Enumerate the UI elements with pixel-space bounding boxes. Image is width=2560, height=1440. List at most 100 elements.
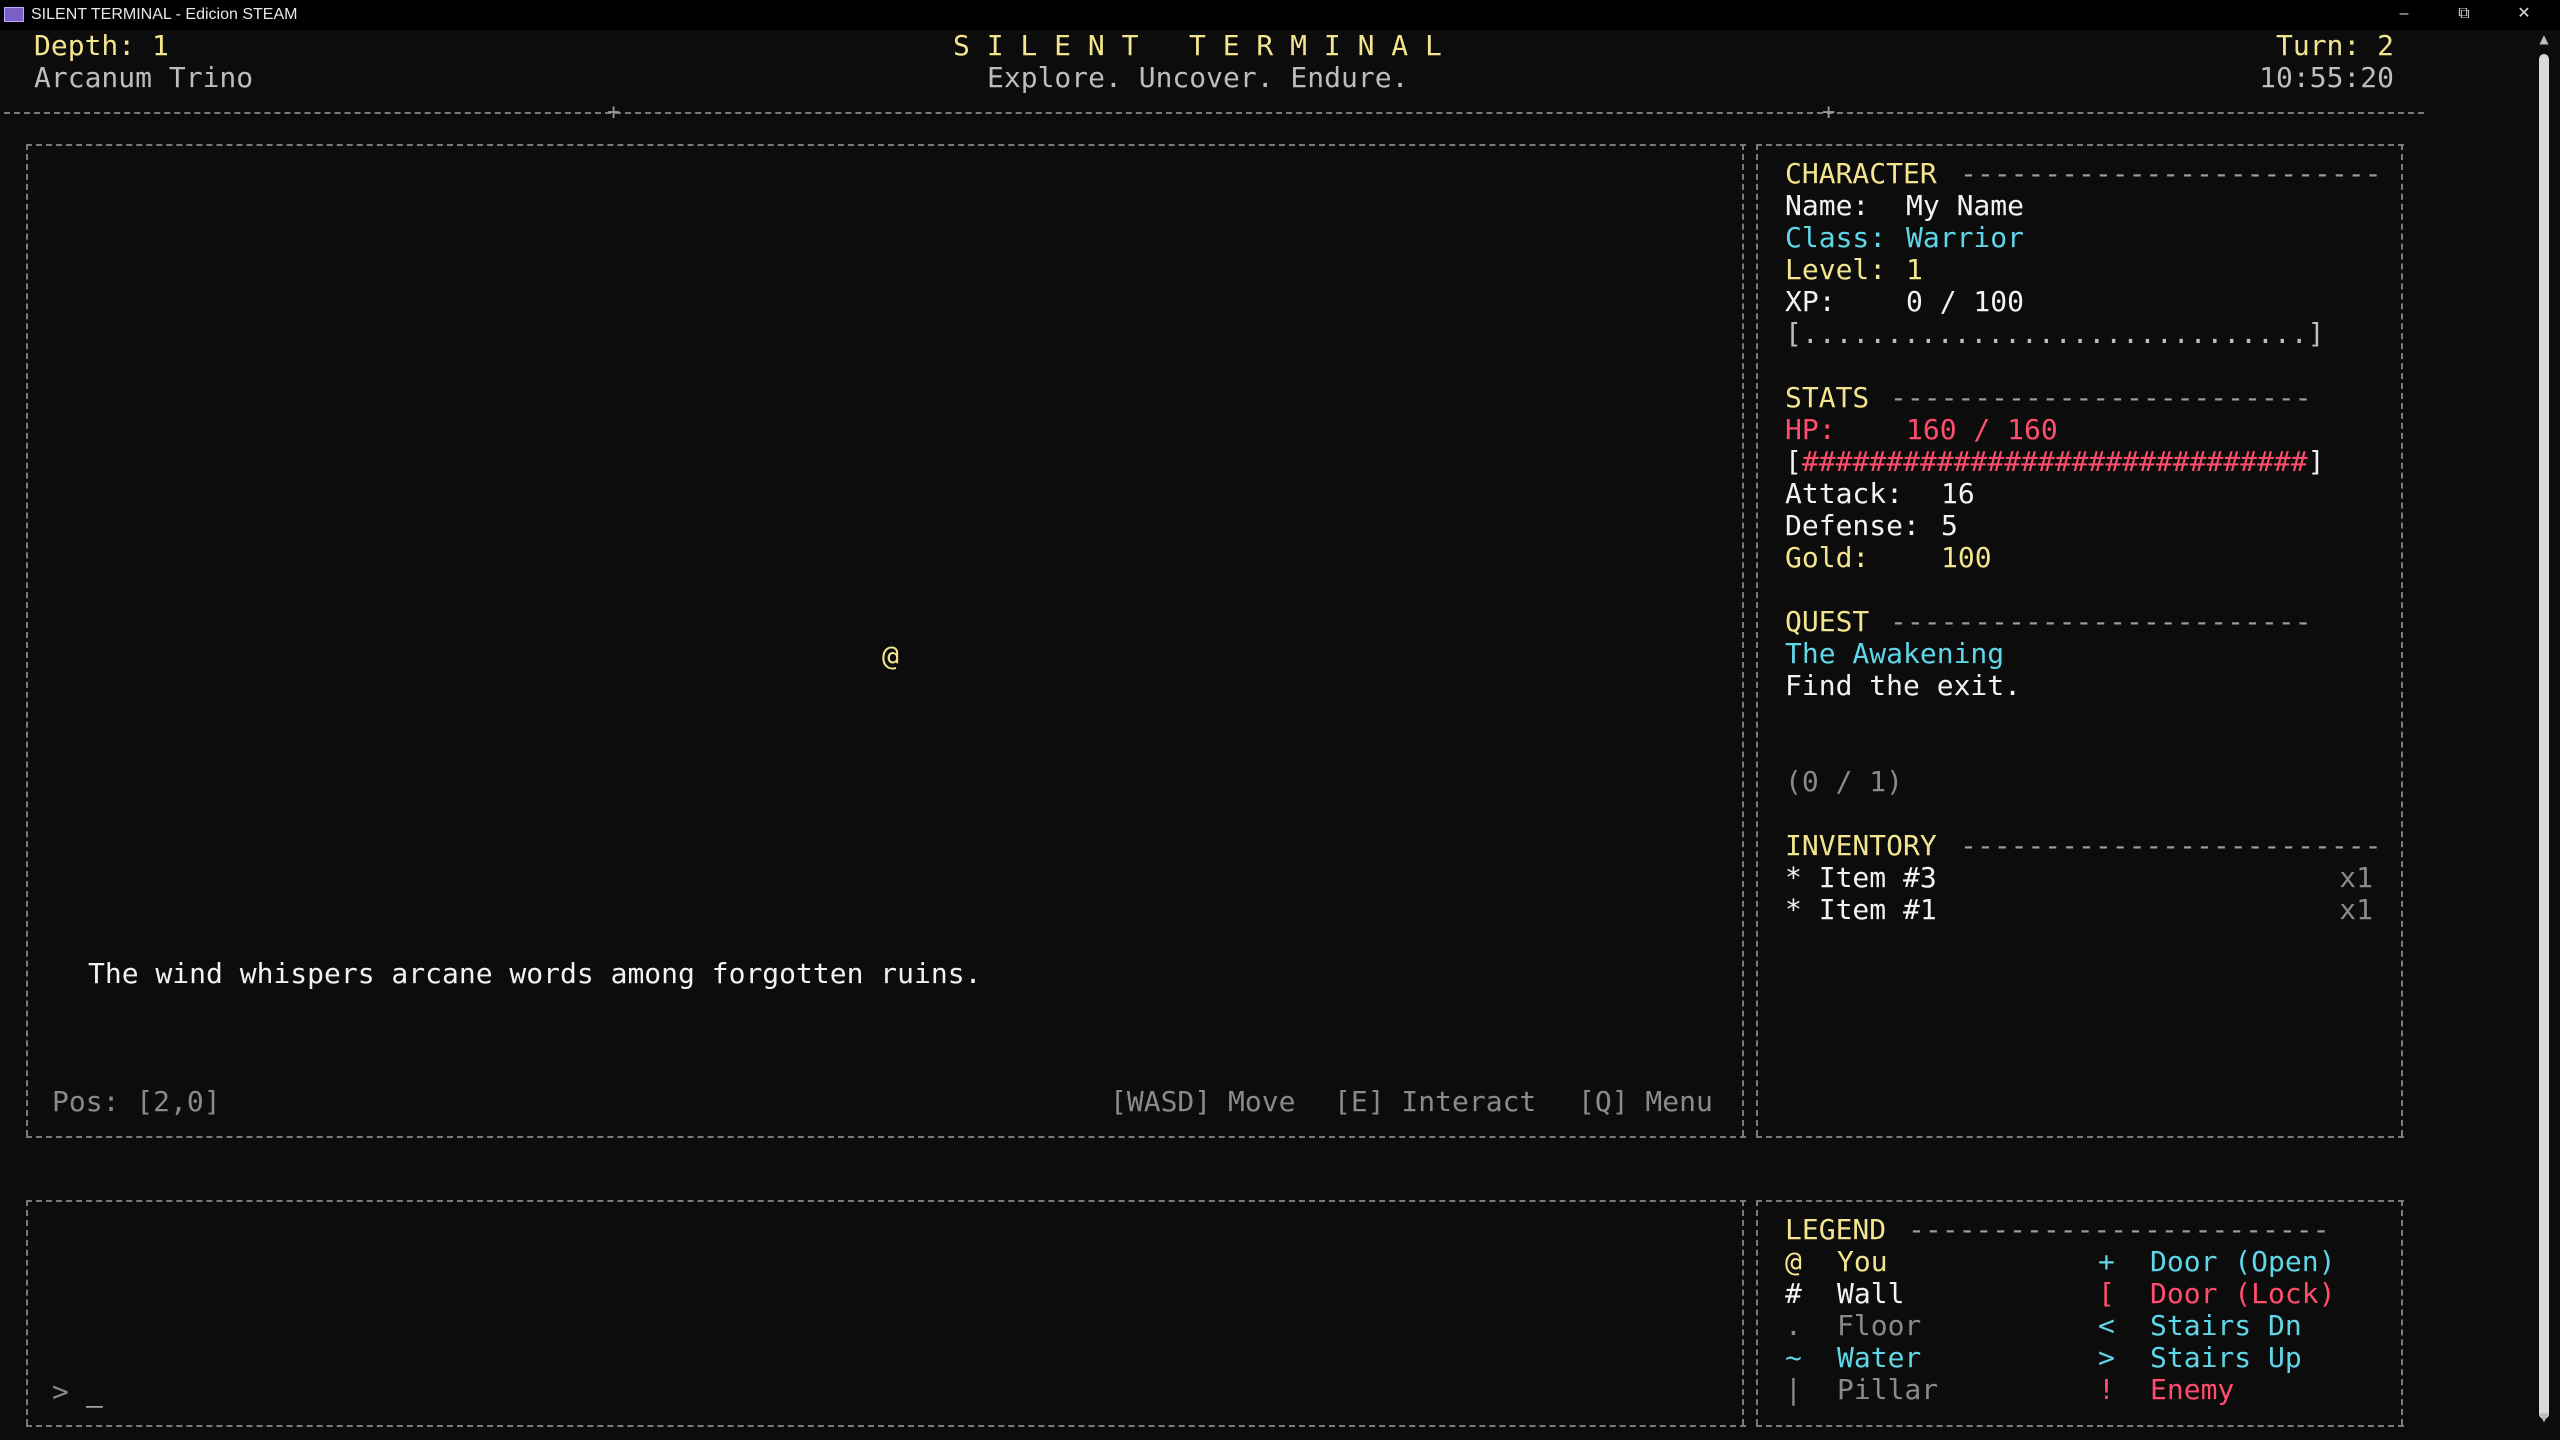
- legend-frame-top: [1756, 1200, 2404, 1202]
- quest-title: The Awakening: [1785, 637, 2005, 670]
- game-title: S I L E N T T E R M I N A L: [953, 29, 1442, 62]
- minimize-button[interactable]: –: [2378, 0, 2430, 30]
- clock: 10:55:20: [2259, 61, 2394, 94]
- divider-joint: +: [1822, 100, 1836, 125]
- legend-glyph-stairs-down: <: [2098, 1309, 2115, 1342]
- character-name: My Name: [1906, 189, 2025, 222]
- game-tagline: Explore. Uncover. Endure.: [987, 61, 1409, 94]
- player-glyph: @: [882, 639, 899, 672]
- quest-heading: QUEST: [1785, 605, 1870, 638]
- xp-bar: [..............................]: [1785, 317, 2325, 350]
- console-prompt: >: [52, 1375, 69, 1408]
- sidebar-frame-right: [2401, 144, 2403, 1136]
- scrollbar-thumb[interactable]: [2539, 54, 2549, 1419]
- gold-value: 100: [1941, 541, 1992, 574]
- position-readout: Pos: [2,0]: [52, 1085, 221, 1118]
- scroll-down-arrow-icon[interactable]: ▼: [2536, 1410, 2552, 1424]
- control-hint-menu: [Q] Menu: [1578, 1085, 1713, 1118]
- terminal-app-icon: [4, 7, 24, 22]
- legend-label-enemy: Enemy: [2150, 1373, 2235, 1406]
- console-input-cursor[interactable]: _: [86, 1376, 103, 1408]
- window-title: SILENT TERMINAL - Edicion STEAM: [31, 6, 298, 23]
- inventory-item-qty: x1: [2339, 861, 2373, 894]
- legend-label-pillar: Pillar: [1837, 1373, 1939, 1406]
- console-frame-bottom: [26, 1425, 1746, 1427]
- restore-button[interactable]: ⧉: [2438, 0, 2490, 30]
- map-frame-right: [1742, 144, 1744, 1136]
- hp-bar: [##############################]: [1785, 446, 2324, 478]
- console-frame-right: [1742, 1200, 1744, 1425]
- legend-glyph-wall: #: [1785, 1277, 1802, 1310]
- legend-frame-right: [2401, 1200, 2403, 1425]
- console-frame-top: [26, 1200, 1746, 1202]
- control-hint-interact: [E] Interact: [1334, 1085, 1537, 1118]
- legend-glyph-stairs-up: >: [2098, 1341, 2115, 1374]
- quest-progress: (0 / 1): [1785, 765, 1904, 798]
- inventory-item-name[interactable]: * Item #3: [1785, 862, 1937, 894]
- gold-label: Gold:: [1785, 541, 1870, 574]
- location-name: Arcanum Trino: [34, 61, 254, 94]
- section-rule: -------------------------: [1908, 1213, 2330, 1246]
- legend-heading: LEGEND: [1785, 1213, 1887, 1246]
- map-message: The wind whispers arcane words among for…: [88, 957, 982, 990]
- control-hint-move: [WASD] Move: [1110, 1085, 1296, 1118]
- character-heading: CHARACTER: [1785, 157, 1937, 190]
- sidebar-frame-bottom: [1756, 1136, 2404, 1138]
- hp-value: 160 / 160: [1906, 413, 2058, 446]
- close-button[interactable]: ✕: [2498, 0, 2550, 30]
- legend-glyph-pillar: |: [1785, 1373, 1802, 1406]
- legend-label-water: Water: [1837, 1341, 1922, 1374]
- character-class: Warrior: [1906, 221, 2025, 254]
- xp-value: 0 / 100: [1906, 285, 2025, 318]
- legend-label-you: You: [1837, 1245, 1888, 1278]
- defense-value: 5: [1941, 509, 1958, 542]
- map-frame-bottom: [26, 1136, 1746, 1138]
- xp-label: XP:: [1785, 285, 1836, 318]
- legend-glyph-floor: .: [1785, 1309, 1802, 1342]
- legend-frame-left: [1756, 1200, 1758, 1425]
- inventory-item-name[interactable]: * Item #1: [1785, 894, 1937, 926]
- defense-label: Defense:: [1785, 509, 1920, 542]
- header-divider: [4, 112, 2424, 114]
- console-frame-left: [26, 1200, 28, 1425]
- hp-bar-close: ]: [2307, 445, 2325, 478]
- map-frame-left: [26, 144, 28, 1136]
- legend-label-wall: Wall: [1837, 1277, 1905, 1310]
- hp-label: HP:: [1785, 413, 1836, 446]
- section-rule: -------------------------: [1960, 157, 2382, 190]
- divider-joint: +: [607, 100, 621, 125]
- class-label: Class:: [1785, 221, 1887, 254]
- character-level: 1: [1906, 253, 1923, 286]
- sidebar-frame-top: [1756, 144, 2404, 146]
- stats-heading: STATS: [1785, 381, 1870, 414]
- name-label: Name:: [1785, 189, 1870, 222]
- map-frame-top: [26, 144, 1746, 146]
- section-rule: -------------------------: [1890, 605, 2312, 638]
- legend-label-floor: Floor: [1837, 1309, 1922, 1342]
- legend-glyph-enemy: !: [2098, 1373, 2115, 1406]
- attack-label: Attack:: [1785, 477, 1904, 510]
- legend-glyph-water: ~: [1785, 1341, 1802, 1374]
- section-rule: -------------------------: [1960, 829, 2382, 862]
- scroll-up-arrow-icon[interactable]: ▲: [2536, 32, 2552, 46]
- vertical-scrollbar[interactable]: ▲ ▼: [2536, 32, 2552, 1427]
- attack-value: 16: [1941, 477, 1975, 510]
- quest-objective: Find the exit.: [1785, 669, 2022, 702]
- hp-bar-fill: ##############################: [1801, 445, 2308, 478]
- turn-counter: Turn: 2: [2275, 29, 2394, 62]
- legend-label-door-lock: Door (Lock): [2150, 1277, 2336, 1310]
- legend-label-door-open: Door (Open): [2150, 1245, 2336, 1278]
- legend-label-stairs-up: Stairs Up: [2150, 1341, 2302, 1374]
- inventory-heading: INVENTORY: [1785, 829, 1937, 862]
- legend-glyph-you: @: [1785, 1245, 1802, 1278]
- sidebar-frame-left: [1756, 144, 1758, 1136]
- inventory-item-qty: x1: [2339, 893, 2373, 926]
- section-rule: -------------------------: [1890, 381, 2312, 414]
- legend-glyph-door-open: +: [2098, 1245, 2115, 1278]
- level-label: Level:: [1785, 253, 1887, 286]
- hp-bar-open: [: [1785, 445, 1802, 478]
- legend-label-stairs-down: Stairs Dn: [2150, 1309, 2302, 1342]
- window-titlebar: SILENT TERMINAL - Edicion STEAM – ⧉ ✕: [0, 0, 2560, 30]
- legend-glyph-door-lock: [: [2098, 1277, 2115, 1310]
- depth-indicator: Depth: 1: [34, 29, 169, 62]
